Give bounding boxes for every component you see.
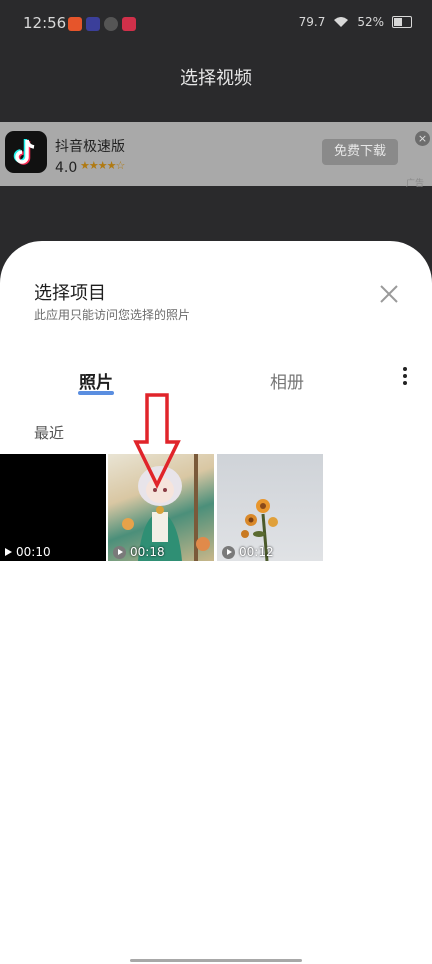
close-ad-icon[interactable]: × [415,131,430,146]
video-duration: 00:12 [222,545,274,559]
play-circle-icon [113,545,126,559]
ad-banner[interactable]: 抖音极速版 4.0 ★★★★☆ 免费下载 广告 [0,122,432,189]
video-duration: 00:10 [5,545,51,559]
tiktok-logo-icon [13,139,35,165]
video-thumbnail[interactable]: 00:10 [0,454,106,561]
ad-tag: 广告 [405,179,424,189]
duration-text: 00:12 [239,545,274,559]
red-annotation-arrow-icon [133,393,181,489]
more-options-icon[interactable] [397,367,413,389]
notification-app-icon [122,17,136,31]
tab-selected-indicator [78,391,114,395]
home-indicator[interactable] [130,959,302,962]
status-indicators: 79.7 52% [299,15,412,29]
star-rating-icon: ★★★★☆ [80,159,125,172]
duration-text: 00:10 [16,545,51,559]
duration-text: 00:18 [130,545,165,559]
close-icon[interactable] [376,281,402,307]
media-grid: 00:10 00:18 00:12 [0,454,432,561]
video-thumbnail[interactable]: 00:12 [217,454,323,561]
tab-photos[interactable]: 照片 [79,368,113,393]
tiktok-app-icon[interactable] [5,131,47,173]
battery-percent: 52% [357,15,384,29]
wifi-icon [334,17,349,27]
ad-app-name: 抖音极速版 [55,139,125,155]
sheet-subtitle: 此应用只能访问您选择的照片 [34,308,191,322]
section-label-recent: 最近 [34,424,65,442]
photo-picker-sheet: 选择项目 此应用只能访问您选择的照片 照片 相册 最近 00:10 00:18 … [0,241,432,964]
tab-albums[interactable]: 相册 [270,368,304,393]
download-button[interactable]: 免费下载 [322,139,398,165]
notification-app-icon [86,17,100,31]
status-bar: 12:56 79.7 52% [0,0,432,52]
video-duration: 00:18 [113,545,165,559]
notification-app-icon [68,17,82,31]
play-circle-icon [222,545,235,559]
notification-app-icon [104,17,118,31]
sheet-title: 选择项目 [34,283,106,304]
play-icon [5,548,12,556]
ad-rating: 4.0 [55,160,78,176]
status-time: 12:56 [23,14,67,32]
signal-speed: 79.7 [298,15,326,29]
page-title: 选择视频 [180,68,252,89]
battery-icon [392,16,412,28]
